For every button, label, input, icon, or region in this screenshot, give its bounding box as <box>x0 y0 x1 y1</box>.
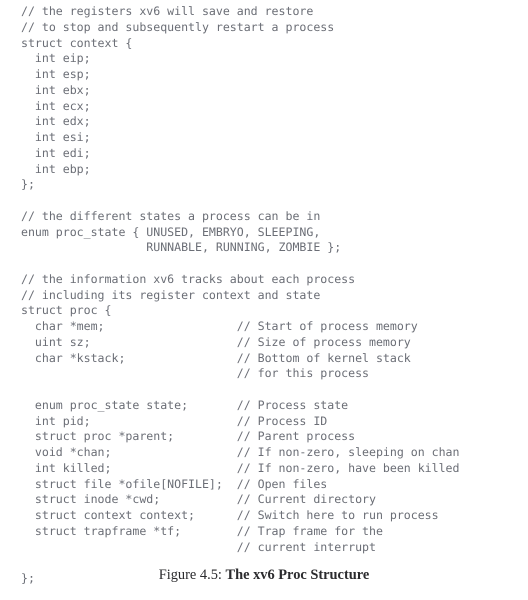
code-line: int eip; <box>21 51 91 66</box>
code-line: struct proc *parent; // Parent process <box>21 429 356 444</box>
code-line: char *kstack; // Bottom of kernel stack <box>21 350 411 365</box>
code-line: int ecx; <box>21 98 91 113</box>
code-line: enum proc_state { UNUSED, EMBRYO, SLEEPI… <box>21 224 321 239</box>
code-line: int ebp; <box>21 161 91 176</box>
code-line: // including its register context and st… <box>21 287 321 302</box>
code-line: int killed; // If non-zero, have been ki… <box>21 460 460 475</box>
code-line: void *chan; // If non-zero, sleeping on … <box>21 445 460 459</box>
code-line: struct proc { <box>21 303 112 318</box>
code-line: RUNNABLE, RUNNING, ZOMBIE }; <box>21 240 342 255</box>
code-line: // the information xv6 tracks about each… <box>21 271 356 286</box>
code-line: struct file *ofile[NOFILE]; // Open file… <box>21 476 328 491</box>
code-line: uint sz; // Size of process memory <box>21 334 411 349</box>
code-line: // the different states a process can be… <box>21 208 321 223</box>
code-line: int edx; <box>21 114 91 129</box>
code-line: int esi; <box>21 130 91 144</box>
code-line: // for this process <box>21 366 370 381</box>
code-line: // current interrupt <box>21 539 376 554</box>
code-line: struct context { <box>21 35 133 50</box>
code-line: // to stop and subsequently restart a pr… <box>21 19 335 34</box>
code-line: // the registers xv6 will save and resto… <box>21 4 314 18</box>
code-listing: // the registers xv6 will save and resto… <box>21 4 521 587</box>
code-line: struct inode *cwd; // Current directory <box>21 492 376 507</box>
code-line: }; <box>21 177 35 192</box>
code-line: int pid; // Process ID <box>21 413 328 428</box>
code-line: int esp; <box>21 67 91 81</box>
code-line: struct trapframe *tf; // Trap frame for … <box>21 523 383 538</box>
code-line: enum proc_state state; // Process state <box>21 397 349 412</box>
code-line: int ebx; <box>21 82 91 97</box>
code-line: struct context context; // Switch here t… <box>21 508 439 522</box>
figure-caption-label: Figure 4.5: <box>158 567 226 583</box>
code-line: int edi; <box>21 145 91 160</box>
code-line: char *mem; // Start of process memory <box>21 319 418 333</box>
figure-caption-title: The xv6 Proc Structure <box>225 567 370 583</box>
figure-caption: Figure 4.5: The xv6 Proc Structure <box>0 566 528 584</box>
figure-container: // the registers xv6 will save and resto… <box>0 0 528 600</box>
